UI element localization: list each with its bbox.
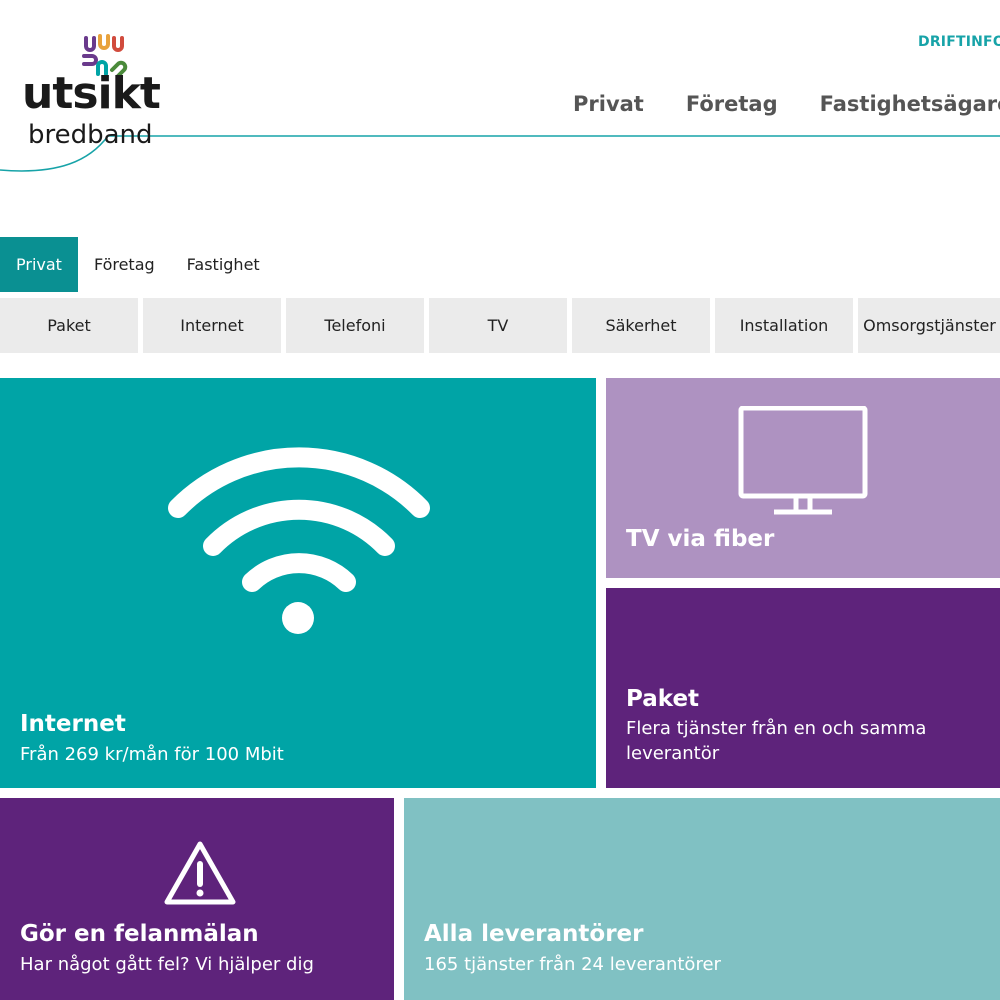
tab-fastighet[interactable]: Fastighet (171, 237, 276, 292)
tile-paket-title: Paket (626, 686, 700, 712)
tile-tv-title: TV via fiber (626, 526, 775, 552)
category-paket[interactable]: Paket (0, 298, 138, 353)
logo-wordmark: utsikt (22, 68, 161, 119)
category-telefoni[interactable]: Telefoni (286, 298, 424, 353)
category-installation[interactable]: Installation (715, 298, 853, 353)
tile-felanmalan[interactable]: Gör en felanmälan Har något gått fel? Vi… (0, 798, 394, 1000)
tile-tv[interactable]: TV via fiber (606, 378, 1000, 578)
category-internet[interactable]: Internet (143, 298, 281, 353)
tile-felanmalan-title: Gör en felanmälan (20, 921, 259, 947)
tile-paket[interactable]: Paket Flera tjänster från en och samma l… (606, 588, 1000, 788)
warning-icon (164, 841, 236, 905)
page: utsikt bredband DRIFTINFOR Privat Företa… (0, 0, 1000, 1000)
tab-foretag[interactable]: Företag (78, 237, 171, 292)
tab-privat[interactable]: Privat (0, 237, 78, 292)
tile-leverantorer-title: Alla leverantörer (424, 921, 644, 947)
tile-leverantorer[interactable]: Alla leverantörer 165 tjänster från 24 l… (404, 798, 1000, 1000)
tile-leverantorer-subtitle: 165 tjänster från 24 leverantörer (424, 954, 721, 975)
category-bar: Paket Internet Telefoni TV Säkerhet Inst… (0, 298, 1000, 353)
site-header: utsikt bredband DRIFTINFOR Privat Företa… (0, 0, 1000, 180)
category-sakerhet[interactable]: Säkerhet (572, 298, 710, 353)
tile-paket-subtitle: Flera tjänster från en och samma leveran… (626, 718, 927, 764)
category-omsorgstjanster[interactable]: Omsorgstjänster (858, 298, 1000, 353)
logo-subtitle: bredband (28, 120, 153, 150)
main-nav-item-privat[interactable]: Privat (573, 92, 644, 116)
wifi-icon (168, 447, 430, 634)
logo[interactable]: utsikt bredband (22, 34, 162, 154)
tile-internet-title: Internet (20, 711, 126, 737)
segment-tabs: Privat Företag Fastighet (0, 237, 276, 292)
tile-internet[interactable]: Internet Från 269 kr/mån för 100 Mbit (0, 378, 596, 788)
category-tv[interactable]: TV (429, 298, 567, 353)
main-nav: Privat Företag Fastighetsägare och BF (573, 92, 1000, 116)
tile-internet-subtitle: Från 269 kr/mån för 100 Mbit (20, 744, 284, 765)
driftinfo-link[interactable]: DRIFTINFOR (918, 34, 1000, 50)
main-nav-item-fastighetsagare[interactable]: Fastighetsägare och BF (820, 92, 1000, 116)
main-nav-item-foretag[interactable]: Företag (686, 92, 778, 116)
tile-felanmalan-subtitle: Har något gått fel? Vi hjälper dig (20, 954, 314, 975)
tv-icon (738, 406, 868, 515)
